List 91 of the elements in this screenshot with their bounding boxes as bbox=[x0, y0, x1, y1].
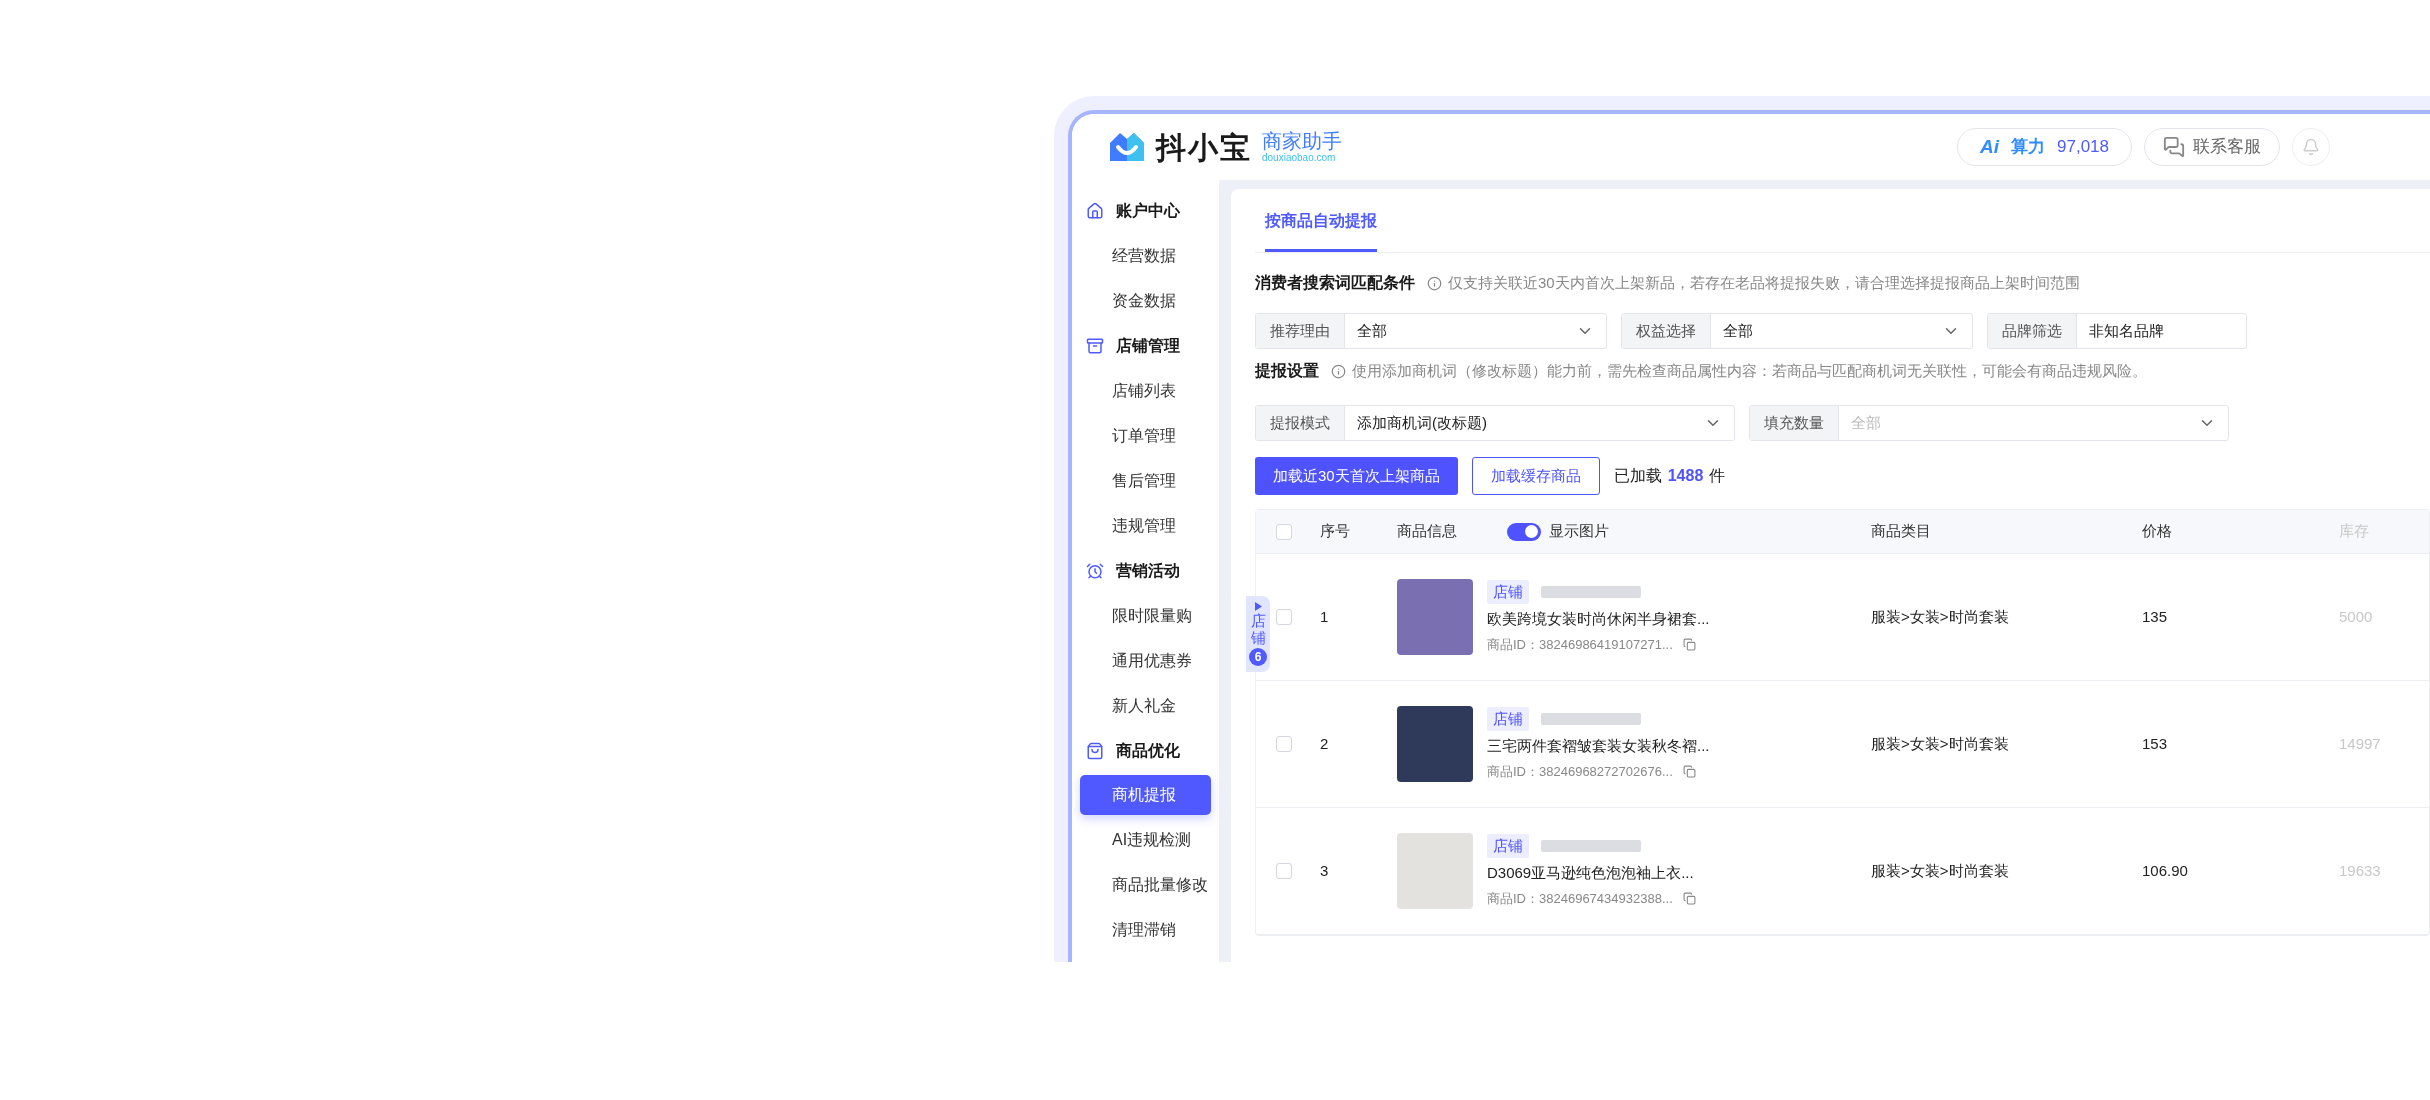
shop-tag: 店铺 bbox=[1487, 579, 1529, 605]
select-field[interactable]: 推荐理由 全部 bbox=[1255, 313, 1607, 349]
sidebar-item[interactable]: AI违规检测 bbox=[1080, 817, 1211, 862]
copy-icon[interactable] bbox=[1682, 765, 1696, 778]
sidebar-section[interactable]: 账户中心 bbox=[1116, 198, 1180, 223]
product-id: 商品ID：38246986419107271... bbox=[1487, 635, 1673, 654]
loaded-label: 已加载 bbox=[1613, 466, 1662, 486]
select-field[interactable]: 填充数量 全部 bbox=[1749, 405, 2229, 441]
field-value: 添加商机词(改标题) bbox=[1357, 412, 1487, 433]
sidebar-item[interactable]: 商品批量修改 bbox=[1080, 862, 1211, 907]
section-note: 仅支持关联近30天内首次上架新品，若存在老品将提报失败，请合理选择提报商品上架时间范围 bbox=[1448, 272, 2080, 293]
product-id: 商品ID：38246967434932388... bbox=[1487, 889, 1673, 908]
table-cell-text: 153 bbox=[2142, 733, 2169, 754]
select-field[interactable]: 品牌筛选 非知名品牌 bbox=[1987, 313, 2247, 349]
loaded-unit: 件 bbox=[1709, 466, 1726, 486]
select-field[interactable]: 权益选择 全部 bbox=[1621, 313, 1973, 349]
column-header: 价格 bbox=[2142, 521, 2173, 542]
play-icon bbox=[1254, 602, 1262, 611]
sidebar-item[interactable]: 经营数据 bbox=[1080, 233, 1211, 278]
sidebar-item[interactable]: 限时限量购 bbox=[1080, 593, 1211, 638]
sidebar-item[interactable]: 商机提报 bbox=[1080, 775, 1211, 815]
copy-icon[interactable] bbox=[1682, 638, 1696, 651]
sidebar-item[interactable]: 清理滞销 bbox=[1080, 907, 1211, 952]
product-id: 商品ID：38246968272702676... bbox=[1487, 762, 1673, 781]
sidebar-section[interactable]: 营销活动 bbox=[1116, 558, 1180, 583]
info-icon bbox=[1331, 363, 1346, 379]
table-cell-text: 3 bbox=[1320, 860, 1330, 881]
table-cell-text: 服装>女装>时尚套装 bbox=[1871, 860, 2010, 881]
product-title: 欧美跨境女装时尚休闲半身裙套... bbox=[1487, 609, 1710, 630]
checkbox[interactable] bbox=[1276, 736, 1292, 752]
toggle-label: 显示图片 bbox=[1549, 521, 1609, 542]
field-label: 提报模式 bbox=[1256, 406, 1345, 440]
section-icon bbox=[1086, 741, 1104, 760]
sidebar-item[interactable]: 售后管理 bbox=[1080, 458, 1211, 503]
chat-icon bbox=[2163, 136, 2185, 158]
table-cell-text: 106.90 bbox=[2142, 860, 2189, 881]
field-label: 权益选择 bbox=[1622, 314, 1711, 348]
load-cached-products-button[interactable]: 加载缓存商品 bbox=[1471, 457, 1600, 495]
logo-url: douxiaobao.com bbox=[1262, 153, 1337, 163]
sidebar-section[interactable]: 店铺管理 bbox=[1116, 333, 1180, 358]
checkbox[interactable] bbox=[1276, 609, 1292, 625]
section-icon bbox=[1086, 561, 1104, 580]
tab[interactable]: 按商品自动提报 bbox=[1265, 189, 1377, 252]
sidebar-item[interactable]: 通用优惠券 bbox=[1080, 638, 1211, 683]
toggle-switch[interactable] bbox=[1507, 522, 1541, 541]
shop-tag: 店铺 bbox=[1487, 706, 1529, 732]
copy-icon[interactable] bbox=[1682, 892, 1696, 905]
sidebar-item[interactable]: 违规管理 bbox=[1080, 503, 1211, 548]
select-field[interactable]: 提报模式 添加商机词(改标题) bbox=[1255, 405, 1735, 441]
field-value: 全部 bbox=[1723, 320, 1753, 341]
table-cell-text: 服装>女装>时尚套装 bbox=[1871, 733, 2010, 754]
sidebar-item[interactable]: 新人礼金 bbox=[1080, 683, 1211, 728]
field-label: 推荐理由 bbox=[1256, 314, 1345, 348]
support-button[interactable]: 联系客服 bbox=[2144, 128, 2280, 166]
table-cell-text: 2 bbox=[1320, 733, 1330, 754]
section-title: 消费者搜索词匹配条件 bbox=[1255, 273, 1415, 293]
load-new-products-button[interactable]: 加载近30天首次上架商品 bbox=[1255, 457, 1458, 495]
sidebar-item[interactable]: 订单管理 bbox=[1080, 413, 1211, 458]
table-cell-text: 1 bbox=[1320, 606, 1330, 627]
logo-name: 抖小宝 bbox=[1156, 129, 1252, 166]
sidebar-item[interactable]: 资金数据 bbox=[1080, 278, 1211, 323]
loaded-count: 1488 bbox=[1667, 466, 1704, 486]
section-title: 提报设置 bbox=[1255, 361, 1319, 381]
field-label: 品牌筛选 bbox=[1988, 314, 2077, 348]
field-label: 填充数量 bbox=[1750, 406, 1839, 440]
shop-tab[interactable]: 店铺 6 bbox=[1246, 596, 1270, 672]
checkbox[interactable] bbox=[1276, 863, 1292, 879]
logo-icon bbox=[1108, 131, 1146, 163]
bell-icon bbox=[2302, 138, 2320, 156]
product-title: D3069亚马逊纯色泡泡袖上衣... bbox=[1487, 863, 1695, 884]
logo-subtitle: 商家助手 bbox=[1262, 131, 1342, 151]
table-cell-text: 135 bbox=[2142, 606, 2169, 627]
field-value: 全部 bbox=[1357, 320, 1387, 341]
field-value: 非知名品牌 bbox=[2089, 320, 2164, 341]
info-icon bbox=[1427, 275, 1442, 291]
count-badge: 6 bbox=[1249, 648, 1267, 666]
section-note: 使用添加商机词（修改标题）能力前，需先检查商品属性内容：若商品与匹配商机词无关联性，可能会有商品违规风险。 bbox=[1352, 360, 2147, 381]
table-cell-text: 服装>女装>时尚套装 bbox=[1871, 606, 2010, 627]
shop-tag: 店铺 bbox=[1487, 833, 1529, 859]
checkbox[interactable] bbox=[1276, 523, 1292, 540]
column-header: 序号 bbox=[1320, 521, 1351, 542]
column-header: 商品类目 bbox=[1871, 521, 1932, 542]
ai-credit-button[interactable]: Ai 算力 97,018 bbox=[1957, 128, 2132, 166]
shop-tab-label: 店铺 bbox=[1250, 613, 1266, 646]
product-title: 三宅两件套褶皱套装女装秋冬褶... bbox=[1487, 736, 1710, 757]
sidebar-section[interactable]: 商品优化 bbox=[1116, 738, 1180, 763]
sidebar-item[interactable]: 店铺列表 bbox=[1080, 368, 1211, 413]
section-icon bbox=[1086, 336, 1104, 355]
column-header: 商品信息 bbox=[1397, 521, 1458, 542]
field-placeholder: 全部 bbox=[1851, 412, 1881, 433]
section-icon bbox=[1086, 201, 1104, 220]
